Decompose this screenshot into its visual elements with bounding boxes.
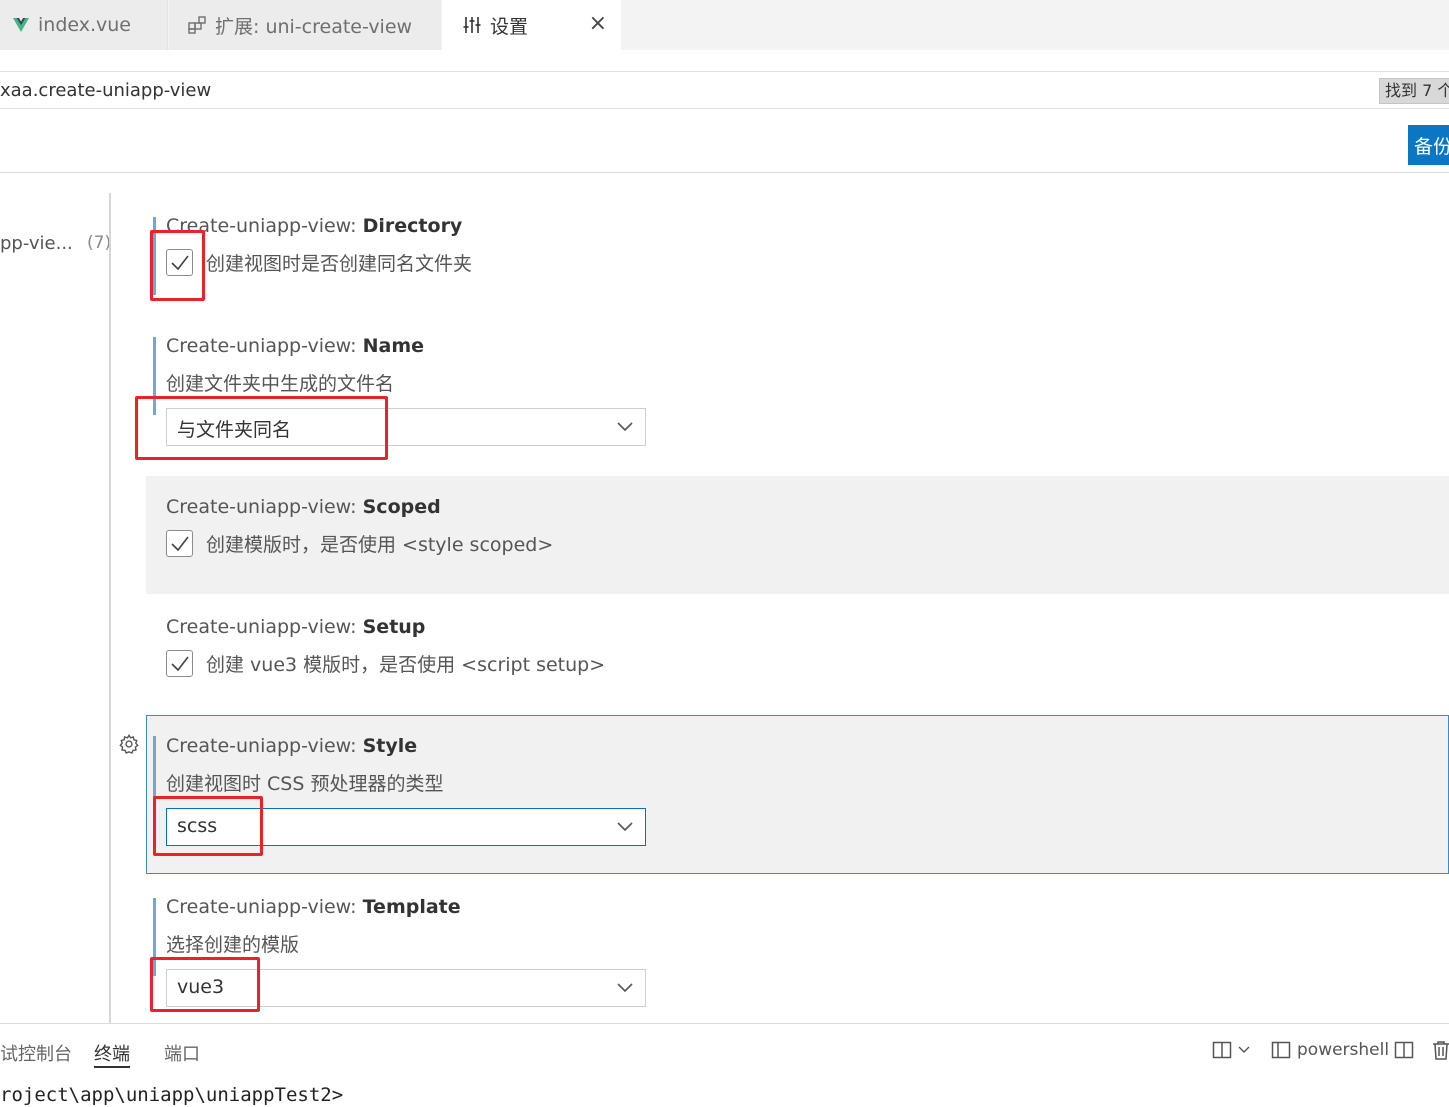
tab-extension[interactable]: 扩展: uni-create-view (169, 0, 441, 50)
setting-setup: Create-uniapp-view: Setup 创建 vue3 模版时，是否… (146, 596, 1449, 714)
chevron-down-icon (617, 822, 633, 832)
annotation-box-name (135, 396, 388, 460)
setting-description: 创建模版时，是否使用 <style scoped> (206, 534, 554, 556)
setting-template: Create-uniapp-view: Template 选择创建的模版 vue… (146, 878, 1449, 1023)
setting-description: 选择创建的模版 (166, 934, 300, 956)
terminal-instance[interactable]: powershell (1271, 1040, 1389, 1060)
setting-title: Create-uniapp-view: Scoped (166, 496, 441, 518)
split-terminal-button[interactable] (1394, 1040, 1414, 1060)
terminal-prompt[interactable]: roject\app\uniapp\uniappTest2> (0, 1084, 343, 1106)
gear-icon[interactable] (118, 733, 140, 759)
setting-description: 创建文件夹中生成的文件名 (166, 373, 395, 395)
tab-label: 扩展: uni-create-view (215, 15, 413, 38)
tab-settings[interactable]: 设置 × (442, 0, 621, 50)
vue-icon (12, 17, 30, 33)
annotation-box-style (153, 796, 263, 856)
split-layout-icon (1394, 1041, 1414, 1059)
search-result-count: 找到 7 个 (1379, 78, 1449, 104)
panel-divider (0, 1023, 1449, 1024)
settings-search-input[interactable] (0, 72, 1370, 108)
check-icon (170, 656, 189, 671)
toc-divider (109, 193, 111, 1023)
chevron-down-icon (1238, 1046, 1250, 1053)
setting-title: Create-uniapp-view: Style (166, 735, 418, 757)
setting-description: 创建 vue3 模版时，是否使用 <script setup> (206, 654, 606, 676)
active-tab-indicator (94, 1066, 130, 1068)
terminal-shell-label: powershell (1297, 1040, 1390, 1060)
panel-tab-terminal[interactable]: 终端 (94, 1040, 130, 1066)
backup-sync-button[interactable]: 备份 (1408, 125, 1449, 165)
setting-description: 创建视图时 CSS 预处理器的类型 (166, 773, 444, 795)
split-terminal-dropdown[interactable] (1212, 1040, 1250, 1060)
setting-directory: Create-uniapp-view: Directory 创建视图时是否创建同… (146, 197, 1449, 315)
setting-style: Create-uniapp-view: Style 创建视图时 CSS 预处理器… (146, 715, 1449, 874)
split-layout-icon (1212, 1041, 1232, 1059)
setup-checkbox[interactable] (166, 650, 193, 677)
chevron-down-icon (617, 422, 633, 432)
setting-title: Create-uniapp-view: Name (166, 335, 425, 357)
close-icon[interactable]: × (589, 13, 607, 35)
toc-item-extension[interactable]: pp-vie... (0, 233, 73, 254)
tab-label: 设置 (490, 15, 529, 38)
extensions-icon (187, 15, 207, 35)
trash-icon (1433, 1041, 1449, 1060)
tab-label: index.vue (38, 14, 131, 36)
annotation-box-directory (150, 230, 205, 301)
check-icon (170, 536, 189, 551)
chevron-down-icon (617, 983, 633, 993)
settings-search-bar: 找到 7 个 (0, 71, 1449, 109)
settings-header-row: 备份 (0, 110, 1449, 173)
setting-title: Create-uniapp-view: Template (166, 896, 461, 918)
setting-title: Create-uniapp-view: Setup (166, 616, 426, 638)
panel-tab-ports[interactable]: 端口 (164, 1040, 200, 1066)
scoped-checkbox[interactable] (166, 530, 193, 557)
kill-terminal-button[interactable] (1432, 1040, 1449, 1060)
annotation-box-template (150, 957, 260, 1012)
setting-description: 创建视图时是否创建同名文件夹 (206, 253, 473, 275)
setting-title: Create-uniapp-view: Directory (166, 215, 463, 237)
terminal-panel-icon (1271, 1041, 1291, 1059)
editor-tab-bar: index.vue 扩展: uni-create-view 设置 × (0, 0, 1449, 50)
panel-tab-debug-console[interactable]: 试控制台 (0, 1040, 72, 1066)
toc-item-count: (7) (87, 233, 112, 253)
setting-scoped: Create-uniapp-view: Scoped 创建模版时，是否使用 <s… (146, 476, 1449, 594)
tab-index-vue[interactable]: index.vue (0, 0, 168, 50)
settings-sliders-icon (462, 15, 482, 35)
